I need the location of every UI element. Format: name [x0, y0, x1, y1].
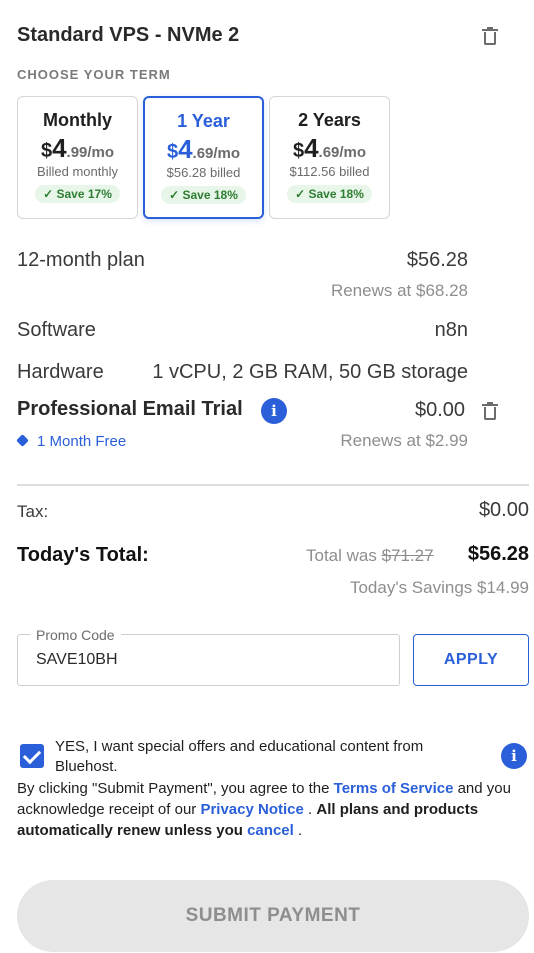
plan-renews: Renews at $68.28	[330, 281, 468, 300]
email-trial-label: Professional Email Trial	[17, 398, 243, 420]
legal-text: By clicking "Submit Payment", you agree …	[17, 780, 511, 839]
term-billed: $112.56 billed	[289, 164, 370, 179]
remove-product-trash-icon[interactable]	[482, 27, 498, 45]
software-label: Software	[17, 319, 96, 341]
offers-text: YES, I want special offers and education…	[55, 738, 424, 775]
term-card-2-years[interactable]: 2 Years $4.69/mo $112.56 billed ✓ Save 1…	[269, 96, 390, 219]
offers-info-icon[interactable]: i	[501, 743, 527, 769]
plan-row: 12-month plan $56.28	[17, 249, 468, 272]
tax-label: Tax:	[17, 502, 49, 521]
plan-price: $56.28	[406, 249, 468, 271]
hardware-value: 1 vCPU, 2 GB RAM, 50 GB storage	[152, 361, 468, 383]
apply-button[interactable]: APPLY	[413, 634, 529, 686]
submit-payment-button[interactable]: SUBMIT PAYMENT	[17, 880, 529, 952]
term-name: 1 Year	[177, 111, 230, 131]
email-info-icon[interactable]: i	[261, 398, 287, 424]
hardware-label: Hardware	[17, 361, 104, 383]
term-price: $4.69/mo	[292, 133, 367, 163]
tax-value: $0.00	[478, 499, 529, 521]
checkout-card: Standard VPS - NVMe 2 CHOOSE YOUR TERM M…	[0, 0, 534, 953]
total-value: $56.28	[467, 543, 529, 565]
terms-of-service-link[interactable]: Terms of Service	[334, 780, 454, 797]
term-price: $4.69/mo	[166, 134, 241, 164]
term-billed: Billed monthly	[37, 164, 118, 179]
plan-label: 12-month plan	[17, 249, 145, 271]
remove-email-trash-icon[interactable]	[482, 402, 498, 420]
total-label: Today's Total:	[17, 544, 149, 566]
term-card-monthly[interactable]: Monthly $4.99/mo Billed monthly ✓ Save 1…	[17, 96, 138, 219]
product-title: Standard VPS - NVMe 2	[17, 24, 240, 46]
term-billed: $56.28 billed	[166, 165, 241, 180]
save-badge: ✓ Save 18%	[287, 185, 372, 203]
save-badge: ✓ Save 18%	[161, 186, 246, 204]
offers-checkbox[interactable]	[20, 744, 44, 768]
email-renews: Renews at $2.99	[340, 431, 468, 450]
savings-text: Today's Savings $14.99	[349, 578, 529, 597]
term-name: Monthly	[43, 110, 112, 130]
software-value: n8n	[434, 319, 468, 341]
cancel-link[interactable]: cancel	[247, 822, 294, 839]
term-section-label: CHOOSE YOUR TERM	[17, 67, 171, 82]
privacy-notice-link[interactable]: Privacy Notice	[200, 801, 303, 818]
email-tag: 1 Month Free	[16, 433, 126, 450]
promo-code-label: Promo Code	[30, 627, 121, 643]
term-name: 2 Years	[298, 110, 361, 130]
divider	[17, 484, 529, 486]
hardware-row: Hardware 1 vCPU, 2 GB RAM, 50 GB storage	[17, 361, 468, 384]
tag-icon	[16, 434, 29, 447]
software-row: Software n8n	[17, 319, 468, 342]
email-price: $0.00	[415, 399, 466, 421]
term-card-1-year[interactable]: 1 Year $4.69/mo $56.28 billed ✓ Save 18%	[143, 96, 264, 219]
save-badge: ✓ Save 17%	[35, 185, 120, 203]
total-was: Total was $71.27	[306, 546, 434, 565]
term-price: $4.99/mo	[40, 133, 115, 163]
promo-code-input[interactable]	[36, 651, 386, 669]
